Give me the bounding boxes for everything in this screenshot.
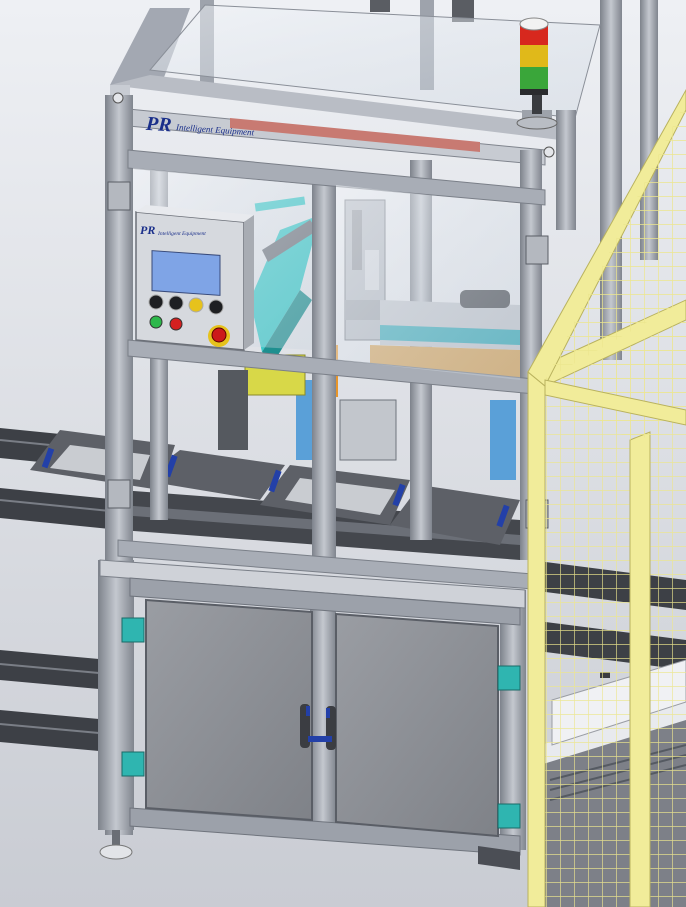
hmi-start-button[interactable] (149, 315, 163, 329)
hmi-button-2[interactable] (168, 295, 184, 311)
hmi-emergency-stop-button[interactable] (211, 327, 227, 343)
hmi-button-4[interactable] (208, 299, 224, 315)
cabinet-door-left[interactable] (145, 598, 313, 822)
hmi-screen[interactable] (151, 250, 221, 296)
hmi-stop-button[interactable] (169, 317, 183, 331)
hmi-button-3[interactable] (188, 297, 204, 313)
hmi-button-1[interactable] (148, 294, 164, 310)
hmi-panel: PR Intelligent Equipment (135, 205, 254, 351)
hmi-logo-name: Intelligent Equipment (157, 231, 206, 237)
tower-light-green (520, 67, 548, 89)
cabinet-hinge (497, 665, 521, 691)
tower-light-yellow (520, 45, 548, 67)
cabinet-hinge (121, 617, 145, 643)
hmi-logo-mark: PR (140, 223, 155, 237)
machine-cad-view: PR Intelligent Equipment PR Intelligent … (0, 0, 686, 907)
frame-logo-mark: PR (144, 113, 172, 137)
cabinet-hinge (121, 751, 145, 777)
cabinet-hinge (497, 803, 521, 829)
cabinet-door-right[interactable] (335, 612, 499, 838)
